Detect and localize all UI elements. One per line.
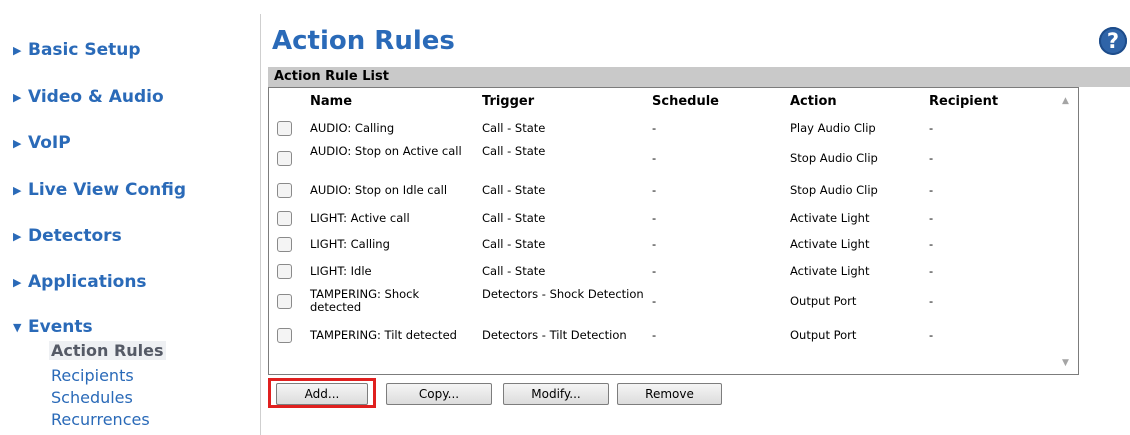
column-header-action: Action	[790, 94, 837, 109]
cell-action: Activate Light	[790, 236, 870, 251]
nav-label: Live View Config	[28, 180, 187, 200]
row-checkbox[interactable]	[277, 120, 292, 136]
triangle-right-icon: ▶	[13, 183, 22, 197]
cell-trigger: Call - State	[482, 182, 546, 197]
nav-live-view-config[interactable]: ▶ Live View Config	[13, 180, 186, 200]
row-checkbox[interactable]	[277, 236, 292, 252]
nav-voip[interactable]: ▶ VoIP	[13, 133, 71, 153]
table-row[interactable]: LIGHT: Idle Call - State - Activate Light -	[269, 261, 1049, 281]
cell-recipient: -	[929, 182, 934, 197]
cell-action: Stop Audio Clip	[790, 150, 878, 165]
triangle-right-icon: ▶	[13, 229, 22, 243]
nav-applications[interactable]: ▶ Applications	[13, 272, 147, 292]
nav-detectors[interactable]: ▶ Detectors	[13, 226, 122, 246]
nav-label: Applications	[28, 272, 147, 292]
scroll-up-icon[interactable]: ▲	[1062, 96, 1069, 106]
cell-name: AUDIO: Stop on Active call	[310, 144, 462, 158]
help-icon[interactable]: ?	[1099, 27, 1127, 55]
table-row[interactable]: LIGHT: Calling Call - State - Activate Ligh…	[269, 234, 1049, 254]
subnav-recipients[interactable]: Recipients	[51, 366, 134, 385]
cell-recipient: -	[929, 293, 934, 308]
nav-label: Video & Audio	[28, 87, 164, 107]
nav-label: VoIP	[28, 133, 71, 153]
action-rule-list-header: Action Rule List	[268, 67, 1130, 87]
cell-schedule: -	[652, 210, 657, 225]
cell-schedule: -	[652, 150, 657, 165]
table-row[interactable]: TAMPERING: Tilt detected Detectors - Tilt…	[269, 325, 1049, 345]
row-checkbox[interactable]	[277, 182, 292, 198]
cell-name: TAMPERING: Shock detected	[310, 287, 420, 314]
cell-trigger: Detectors - Shock Detection	[482, 287, 644, 301]
cell-schedule: -	[652, 327, 657, 342]
page-title: Action Rules	[272, 26, 455, 56]
cell-name: TAMPERING: Tilt detected	[310, 327, 457, 342]
column-header-recipient: Recipient	[929, 94, 999, 109]
cell-trigger: Call - State	[482, 236, 546, 251]
cell-recipient: -	[929, 120, 934, 135]
triangle-right-icon: ▶	[13, 136, 22, 150]
cell-action: Output Port	[790, 327, 857, 342]
subnav-action-rules[interactable]: Action Rules	[49, 341, 166, 360]
table-row[interactable]: TAMPERING: Shock detected Detectors - Sho…	[269, 286, 1049, 316]
cell-trigger: Call - State	[482, 263, 546, 278]
cell-name: LIGHT: Active call	[310, 210, 410, 225]
copy-button[interactable]: Copy...	[386, 383, 492, 405]
cell-name: AUDIO: Stop on Idle call	[310, 182, 448, 197]
cell-trigger: Call - State	[482, 120, 546, 135]
table-row[interactable]: AUDIO: Stop on Active call Call - State - S…	[269, 143, 1049, 173]
modify-button[interactable]: Modify...	[503, 383, 609, 405]
row-checkbox[interactable]	[277, 210, 292, 226]
cell-schedule: -	[652, 293, 657, 308]
triangle-right-icon: ▶	[13, 43, 22, 57]
remove-button[interactable]: Remove	[617, 383, 722, 405]
cell-schedule: -	[652, 182, 657, 197]
nav-video-audio[interactable]: ▶ Video & Audio	[13, 87, 164, 107]
cell-recipient: -	[929, 236, 934, 251]
table-row[interactable]: AUDIO: Stop on Idle call Call - State - Sto…	[269, 180, 1049, 200]
cell-recipient: -	[929, 150, 934, 165]
triangle-right-icon: ▶	[13, 275, 22, 289]
triangle-right-icon: ▶	[13, 90, 22, 104]
column-header-name: Name	[310, 94, 353, 109]
row-checkbox[interactable]	[277, 263, 292, 279]
cell-recipient: -	[929, 210, 934, 225]
cell-trigger: Call - State	[482, 210, 546, 225]
nav-label: Basic Setup	[28, 40, 141, 60]
subnav-recurrences[interactable]: Recurrences	[51, 410, 150, 429]
add-button[interactable]: Add...	[276, 383, 368, 405]
cell-action: Output Port	[790, 293, 857, 308]
cell-action: Activate Light	[790, 210, 870, 225]
nav-label: Detectors	[28, 226, 122, 246]
nav-label: Events	[28, 317, 93, 337]
cell-recipient: -	[929, 263, 934, 278]
column-header-schedule: Schedule	[652, 94, 719, 109]
action-rule-list: Name Trigger Schedule Action Recipient ▲…	[268, 87, 1079, 375]
cell-schedule: -	[652, 120, 657, 135]
cell-action: Stop Audio Clip	[790, 182, 878, 197]
cell-action: Activate Light	[790, 263, 870, 278]
nav-events[interactable]: ▼ Events	[13, 317, 93, 337]
cell-schedule: -	[652, 263, 657, 278]
cell-name: AUDIO: Calling	[310, 120, 395, 135]
row-checkbox[interactable]	[277, 293, 292, 309]
row-checkbox[interactable]	[277, 327, 292, 343]
cell-name: LIGHT: Calling	[310, 236, 390, 251]
triangle-down-icon: ▼	[13, 320, 22, 334]
cell-schedule: -	[652, 236, 657, 251]
table-row[interactable]: AUDIO: Calling Call - State - Play Audio Cl…	[269, 118, 1049, 138]
cell-trigger: Call - State	[482, 144, 546, 158]
scroll-down-icon[interactable]: ▼	[1062, 358, 1069, 368]
subnav-schedules[interactable]: Schedules	[51, 388, 133, 407]
cell-recipient: -	[929, 327, 934, 342]
cell-action: Play Audio Clip	[790, 120, 876, 135]
sidebar: ▶ Basic Setup ▶ Video & Audio ▶ VoIP ▶ L…	[0, 14, 261, 435]
nav-basic-setup[interactable]: ▶ Basic Setup	[13, 40, 141, 60]
table-row[interactable]: LIGHT: Active call Call - State - Activate …	[269, 208, 1049, 228]
cell-name: LIGHT: Idle	[310, 263, 372, 278]
cell-trigger: Detectors - Tilt Detection	[482, 327, 627, 342]
row-checkbox[interactable]	[277, 150, 292, 166]
column-header-trigger: Trigger	[482, 94, 535, 109]
